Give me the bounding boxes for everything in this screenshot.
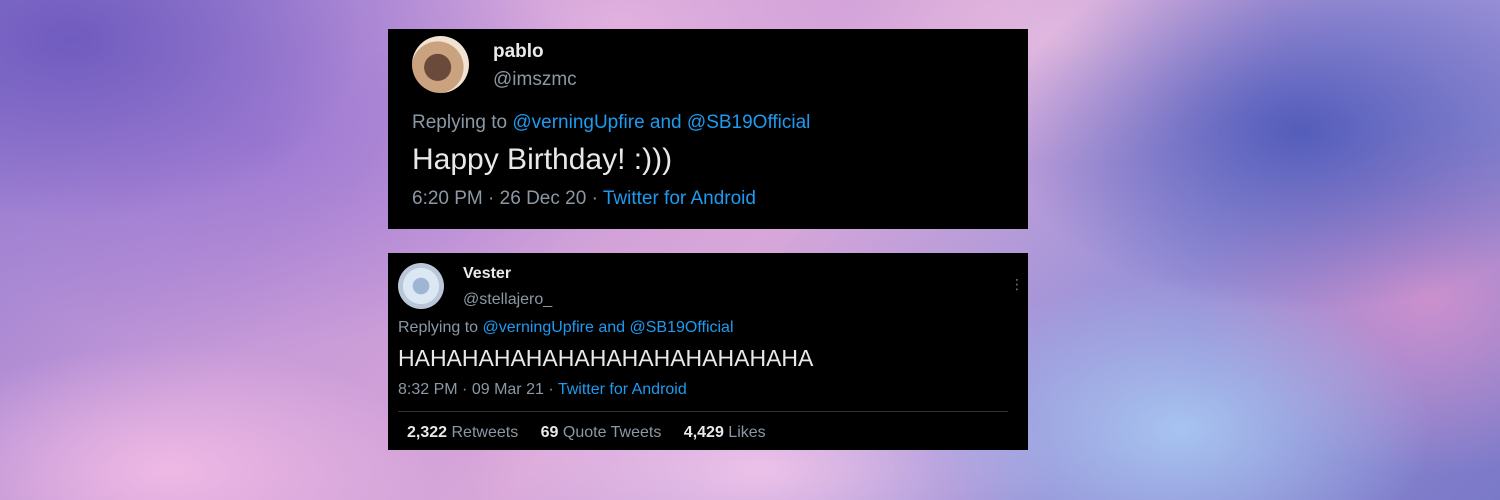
- quote-tweets-stat[interactable]: 69 Quote Tweets: [541, 424, 666, 441]
- replying-to-line: Replying to @verningUpfire and @SB19Offi…: [398, 319, 734, 337]
- meta-separator: ·: [488, 188, 495, 209]
- tweet-text: Happy Birthday! :))): [412, 143, 673, 176]
- mention-joiner: and: [598, 319, 626, 336]
- mention-link-sb19official[interactable]: @SB19Official: [687, 112, 811, 133]
- retweets-stat[interactable]: 2,322 Retweets: [407, 424, 523, 441]
- mention-link-verningupfire[interactable]: @verningUpfire: [483, 319, 594, 336]
- tweet-time[interactable]: 6:20 PM: [412, 188, 483, 209]
- tweet-meta: 6:20 PM · 26 Dec 20 · Twitter for Androi…: [412, 188, 756, 210]
- meta-separator: ·: [591, 188, 598, 209]
- more-options-icon[interactable]: ⋮: [1010, 277, 1024, 291]
- tweet-date[interactable]: 09 Mar 21: [472, 381, 544, 398]
- tweet-source-link[interactable]: Twitter for Android: [603, 188, 756, 209]
- replying-to-line: Replying to @verningUpfire and @SB19Offi…: [412, 112, 810, 134]
- replying-to-label: Replying to: [412, 112, 508, 133]
- stats-divider: [398, 411, 1008, 412]
- mention-link-sb19official[interactable]: @SB19Official: [630, 319, 734, 336]
- meta-separator: ·: [462, 381, 468, 398]
- mention-link-verningupfire[interactable]: @verningUpfire: [512, 112, 644, 133]
- user-handle[interactable]: @imszmc: [493, 69, 577, 91]
- retweets-label: Retweets: [451, 424, 519, 441]
- tweet-time[interactable]: 8:32 PM: [398, 381, 458, 398]
- mention-joiner: and: [649, 112, 682, 133]
- user-handle[interactable]: @stellajero_: [463, 291, 552, 309]
- tweet-date[interactable]: 26 Dec 20: [500, 188, 587, 209]
- tweet-text: HAHAHAHAHAHAHAHAHAHAHAHAHA: [398, 345, 814, 371]
- likes-count: 4,429: [683, 424, 724, 441]
- likes-stat[interactable]: 4,429 Likes: [684, 424, 766, 441]
- display-name[interactable]: pablo: [493, 41, 544, 63]
- tweet-meta: 8:32 PM · 09 Mar 21 · Twitter for Androi…: [398, 381, 687, 399]
- tweet-card[interactable]: Vester @stellajero_ ⋮ Replying to @verni…: [388, 253, 1028, 450]
- quote-tweets-count: 69: [540, 424, 559, 441]
- quote-tweets-label: Quote Tweets: [562, 424, 662, 441]
- tweet-source-link[interactable]: Twitter for Android: [558, 381, 687, 398]
- replying-to-label: Replying to: [398, 319, 479, 336]
- avatar[interactable]: [412, 36, 469, 93]
- avatar[interactable]: [398, 263, 444, 309]
- display-name[interactable]: Vester: [463, 265, 511, 283]
- tweet-card[interactable]: pablo @imszmc Replying to @verningUpfire…: [388, 29, 1028, 229]
- meta-separator: ·: [548, 381, 554, 398]
- tweet-stats: 2,322 Retweets 69 Quote Tweets 4,429 Lik…: [407, 424, 784, 442]
- likes-label: Likes: [728, 424, 766, 441]
- retweets-count: 2,322: [407, 424, 448, 441]
